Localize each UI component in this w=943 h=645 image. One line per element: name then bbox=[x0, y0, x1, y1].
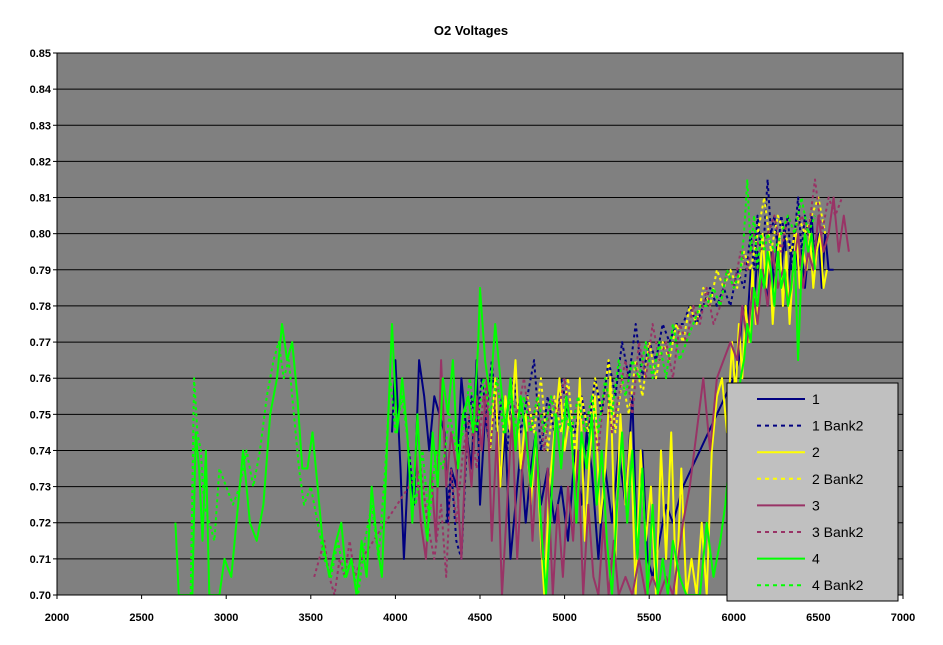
x-tick-label: 5000 bbox=[552, 612, 576, 624]
y-tick-label: 0.84 bbox=[30, 84, 52, 96]
x-tick-label: 2500 bbox=[129, 612, 153, 624]
y-tick-label: 0.79 bbox=[30, 265, 51, 277]
y-tick-label: 0.83 bbox=[30, 120, 51, 132]
y-tick-label: 0.73 bbox=[30, 482, 51, 494]
legend-label: 1 bbox=[812, 391, 820, 407]
y-tick-label: 0.80 bbox=[30, 229, 51, 241]
y-axis: 0.70 0.71 0.72 0.73 0.74 0.75 0.76 0.77 0.78 0.79… bbox=[30, 48, 57, 602]
y-tick-label: 0.77 bbox=[30, 337, 51, 349]
legend: 1 1 Bank2 2 2 Bank2 3 3 Bank2 4 4 Bank2 bbox=[726, 382, 899, 602]
x-tick-label: 3000 bbox=[214, 612, 238, 624]
y-tick-label: 0.81 bbox=[30, 193, 51, 205]
x-tick-label: 6000 bbox=[722, 612, 746, 624]
legend-label: 4 bbox=[812, 551, 820, 567]
legend-label: 1 Bank2 bbox=[812, 418, 864, 434]
x-tick-label: 7000 bbox=[891, 612, 915, 624]
chart-title: O2 Voltages bbox=[434, 23, 508, 38]
x-tick-label: 3500 bbox=[299, 612, 323, 624]
legend-box bbox=[726, 382, 899, 602]
y-tick-label: 0.72 bbox=[30, 518, 51, 530]
x-tick-label: 4500 bbox=[468, 612, 492, 624]
x-tick-label: 2000 bbox=[45, 612, 69, 624]
chart-svg: O2 Voltages 2000 2500 3000 3500 4000 4500 5000… bbox=[30, 23, 916, 624]
y-tick-label: 0.76 bbox=[30, 373, 51, 385]
y-tick-label: 0.71 bbox=[30, 554, 51, 566]
legend-label: 3 Bank2 bbox=[812, 524, 864, 540]
y-tick-label: 0.74 bbox=[30, 445, 52, 457]
legend-label: 2 bbox=[812, 444, 820, 460]
legend-label: 3 bbox=[812, 497, 820, 513]
x-tick-label: 4000 bbox=[383, 612, 407, 624]
x-tick-label: 6500 bbox=[806, 612, 830, 624]
y-tick-label: 0.82 bbox=[30, 156, 51, 168]
y-tick-label: 0.70 bbox=[30, 590, 51, 602]
x-tick-label: 5500 bbox=[637, 612, 661, 624]
chart: O2 Voltages 2000 2500 3000 3500 4000 4500 5000… bbox=[0, 0, 943, 645]
y-tick-label: 0.75 bbox=[30, 409, 51, 421]
legend-label: 2 Bank2 bbox=[812, 471, 864, 487]
y-tick-label: 0.78 bbox=[30, 301, 51, 313]
legend-label: 4 Bank2 bbox=[812, 577, 864, 593]
y-tick-label: 0.85 bbox=[30, 48, 51, 60]
